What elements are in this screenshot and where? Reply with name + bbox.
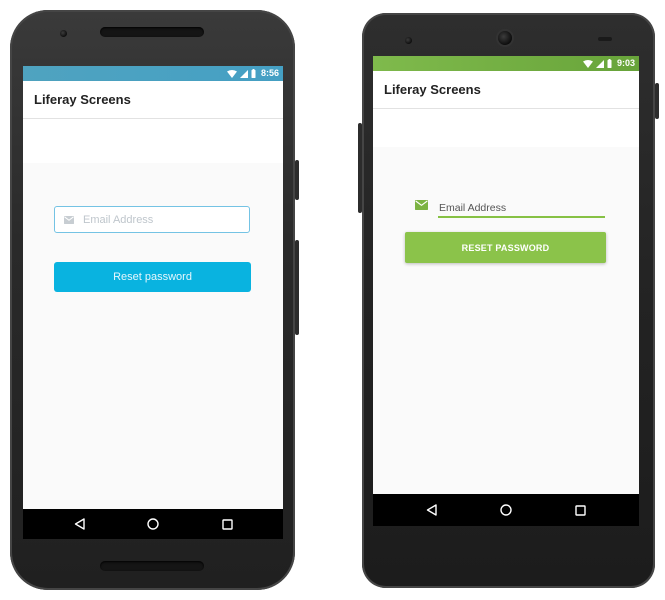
power-button xyxy=(655,83,659,119)
back-button[interactable] xyxy=(61,509,97,539)
status-time: 8:56 xyxy=(260,68,279,78)
email-field-container[interactable] xyxy=(413,197,605,218)
earpiece-speaker xyxy=(100,27,204,37)
app-title: Liferay Screens xyxy=(384,82,481,97)
status-bar: 9:03 xyxy=(373,56,639,71)
right-screen: 9:03 Liferay Screens RESET PASSWORD xyxy=(373,56,639,526)
mail-icon xyxy=(415,200,428,210)
recents-icon xyxy=(574,504,586,516)
email-field-container[interactable] xyxy=(54,206,250,233)
header-spacer xyxy=(373,109,639,147)
navigation-bar xyxy=(373,494,639,526)
recents-button[interactable] xyxy=(209,509,245,539)
app-bar: Liferay Screens xyxy=(373,71,639,109)
navigation-bar xyxy=(23,509,283,539)
reset-password-button[interactable]: Reset password xyxy=(54,262,251,292)
left-phone-frame: 8:56 Liferay Screens Reset password xyxy=(10,10,299,590)
back-icon xyxy=(426,504,437,516)
back-icon xyxy=(74,518,85,530)
reset-password-button[interactable]: RESET PASSWORD xyxy=(405,232,606,263)
status-bar: 8:56 xyxy=(23,66,283,81)
email-underline xyxy=(438,216,605,218)
mail-icon xyxy=(64,216,74,224)
volume-button xyxy=(358,123,362,213)
home-icon xyxy=(147,518,159,530)
wifi-icon xyxy=(582,59,593,68)
power-button xyxy=(295,160,299,200)
battery-icon xyxy=(607,59,612,68)
home-button[interactable] xyxy=(488,494,524,526)
email-input[interactable] xyxy=(83,211,243,228)
proximity-sensor xyxy=(405,37,412,44)
signal-icon xyxy=(595,59,604,68)
battery-icon xyxy=(251,69,256,78)
status-time: 9:03 xyxy=(616,58,635,68)
app-title: Liferay Screens xyxy=(34,92,131,107)
home-icon xyxy=(500,504,512,516)
front-camera xyxy=(498,31,512,45)
email-input[interactable] xyxy=(439,201,603,215)
light-sensor xyxy=(598,37,612,41)
recents-button[interactable] xyxy=(562,494,598,526)
app-bar: Liferay Screens xyxy=(23,81,283,119)
recents-icon xyxy=(221,518,233,530)
volume-button xyxy=(295,240,299,335)
signal-icon xyxy=(239,69,248,78)
right-phone-frame: 9:03 Liferay Screens RESET PASSWORD xyxy=(358,13,659,588)
front-camera xyxy=(60,30,67,37)
wifi-icon xyxy=(226,69,237,78)
home-button[interactable] xyxy=(135,509,171,539)
back-button[interactable] xyxy=(413,494,449,526)
left-screen: 8:56 Liferay Screens Reset password xyxy=(23,66,283,539)
header-spacer xyxy=(23,119,283,163)
bottom-speaker xyxy=(100,561,204,571)
